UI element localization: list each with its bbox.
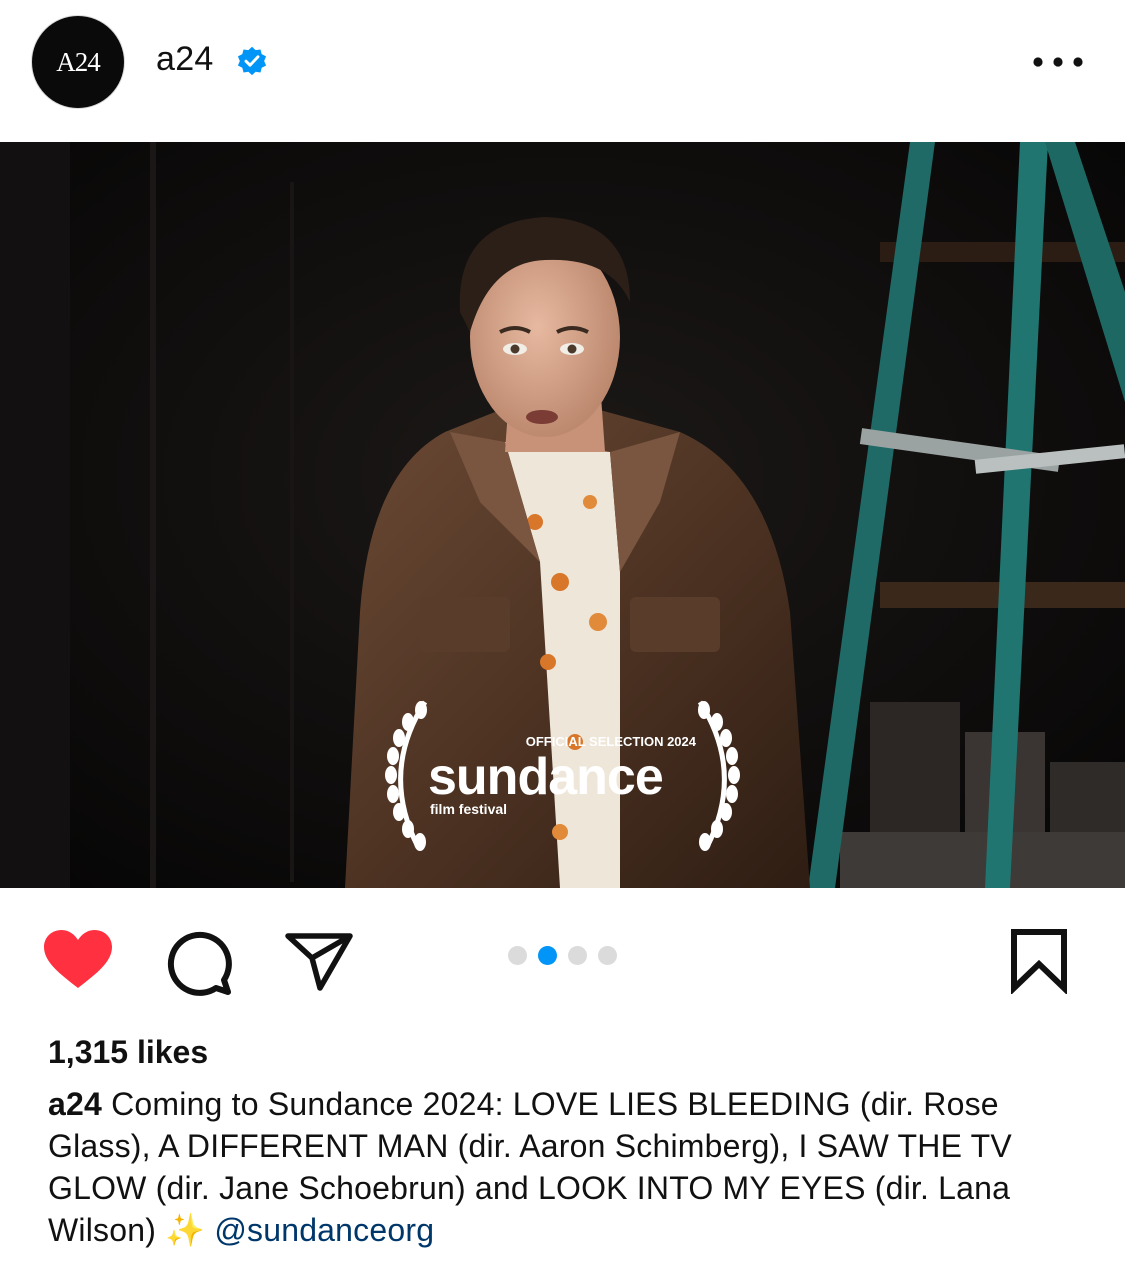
carousel-dot [598, 946, 617, 965]
post-header: A24 a24 [0, 0, 1125, 142]
heart-icon[interactable] [42, 928, 114, 992]
avatar-logo-text: A24 [56, 46, 100, 77]
laurel-sub-text: film festival [430, 801, 507, 817]
carousel-dot [568, 946, 587, 965]
carousel-dot [508, 946, 527, 965]
bookmark-icon[interactable] [1008, 928, 1070, 994]
carousel-indicator [508, 946, 617, 965]
caption-mention-link[interactable]: @sundanceorg [214, 1212, 434, 1248]
username[interactable]: a24 [156, 40, 214, 79]
caption-username[interactable]: a24 [48, 1086, 102, 1122]
more-horizontal-icon[interactable] [1030, 44, 1086, 80]
likes-count[interactable]: 1,315 likes [48, 1034, 208, 1071]
carousel-dot-active [538, 946, 557, 965]
laurel-main-text: sundance [428, 748, 663, 806]
verified-badge-icon [237, 46, 267, 76]
avatar[interactable]: A24 [32, 16, 124, 108]
comment-icon[interactable] [164, 930, 234, 996]
post-caption: a24 Coming to Sundance 2024: LOVE LIES B… [48, 1083, 1088, 1251]
post-image[interactable]: OFFICIAL SELECTION 2024 sundance film fe… [0, 142, 1125, 888]
share-send-icon[interactable] [284, 930, 354, 992]
caption-text: Coming to Sundance 2024: LOVE LIES BLEED… [48, 1086, 1012, 1248]
laurel-top-text: OFFICIAL SELECTION 2024 [526, 734, 697, 749]
